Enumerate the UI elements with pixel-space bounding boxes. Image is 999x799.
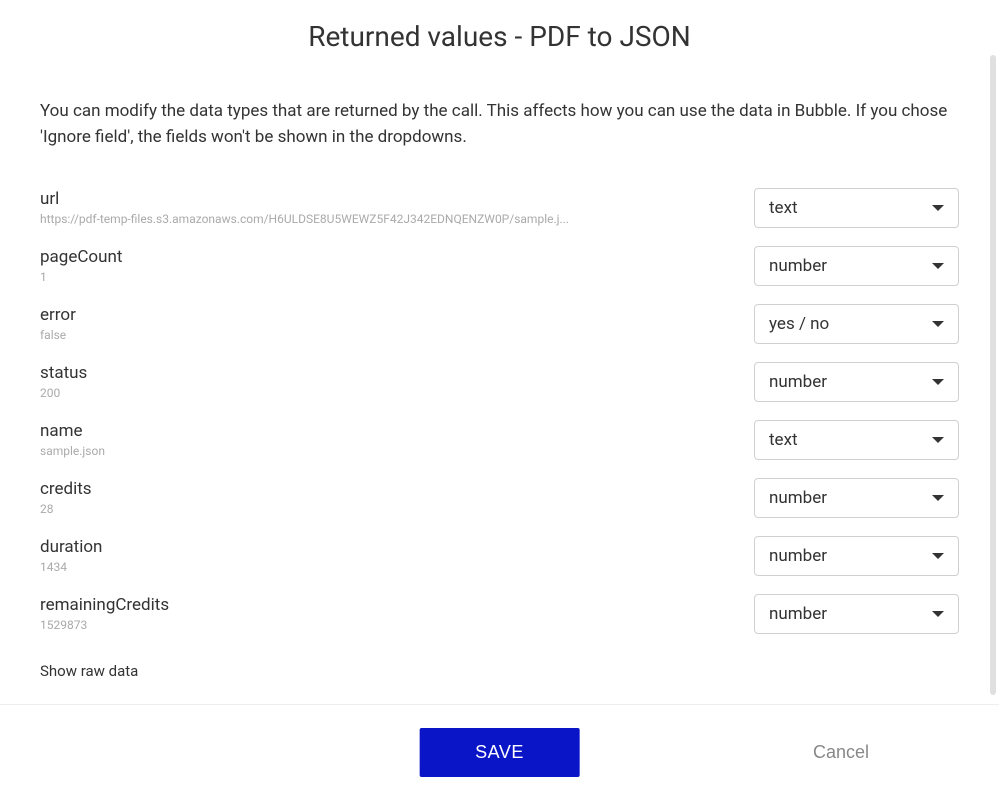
field-row-duration: duration 1434 number — [40, 528, 959, 586]
field-sample-value: 28 — [40, 502, 600, 518]
type-select-credits[interactable]: number — [754, 478, 959, 518]
field-row-status: status 200 number — [40, 354, 959, 412]
field-name: pageCount — [40, 246, 734, 268]
type-select-pagecount[interactable]: number — [754, 246, 959, 286]
type-select-status[interactable]: number — [754, 362, 959, 402]
field-info: remainingCredits 1529873 — [40, 594, 754, 634]
caret-down-icon — [932, 437, 944, 443]
field-sample-value: 1 — [40, 270, 600, 286]
field-row-credits: credits 28 number — [40, 470, 959, 528]
field-info: error false — [40, 304, 754, 344]
field-sample-value: sample.json — [40, 444, 600, 460]
field-row-remainingcredits: remainingCredits 1529873 number — [40, 586, 959, 644]
type-select-duration[interactable]: number — [754, 536, 959, 576]
caret-down-icon — [932, 205, 944, 211]
field-sample-value: https://pdf-temp-files.s3.amazonaws.com/… — [40, 212, 600, 228]
type-select-label: number — [769, 372, 827, 392]
field-name: status — [40, 362, 734, 384]
field-control: number — [754, 478, 959, 518]
modal-body: You can modify the data types that are r… — [0, 71, 999, 704]
caret-down-icon — [932, 611, 944, 617]
field-sample-value: 1529873 — [40, 618, 600, 634]
type-select-url[interactable]: text — [754, 188, 959, 228]
field-control: text — [754, 188, 959, 228]
caret-down-icon — [932, 553, 944, 559]
type-select-label: text — [769, 198, 798, 218]
field-name: duration — [40, 536, 734, 558]
modal-header: Returned values - PDF to JSON — [0, 0, 999, 71]
field-name: remainingCredits — [40, 594, 734, 616]
field-name: url — [40, 188, 734, 210]
field-control: number — [754, 594, 959, 634]
type-select-label: number — [769, 256, 827, 276]
field-info: duration 1434 — [40, 536, 754, 576]
field-control: yes / no — [754, 304, 959, 344]
field-row-url: url https://pdf-temp-files.s3.amazonaws.… — [40, 180, 959, 238]
caret-down-icon — [932, 495, 944, 501]
field-info: pageCount 1 — [40, 246, 754, 286]
modal-footer: SAVE Cancel — [0, 704, 999, 799]
cancel-button[interactable]: Cancel — [813, 742, 869, 763]
field-name: error — [40, 304, 734, 326]
field-info: name sample.json — [40, 420, 754, 460]
field-info: status 200 — [40, 362, 754, 402]
modal-description: You can modify the data types that are r… — [40, 99, 959, 150]
field-name: name — [40, 420, 734, 442]
type-select-error[interactable]: yes / no — [754, 304, 959, 344]
type-select-label: text — [769, 430, 798, 450]
modal-title: Returned values - PDF to JSON — [0, 20, 999, 53]
type-select-label: number — [769, 604, 827, 624]
field-row-error: error false yes / no — [40, 296, 959, 354]
field-name: credits — [40, 478, 734, 500]
field-control: number — [754, 246, 959, 286]
show-raw-data-link[interactable]: Show raw data — [40, 662, 138, 680]
save-button[interactable]: SAVE — [419, 728, 580, 777]
type-select-label: yes / no — [769, 314, 829, 334]
field-sample-value: 1434 — [40, 560, 600, 576]
type-select-label: number — [769, 488, 827, 508]
fields-list: url https://pdf-temp-files.s3.amazonaws.… — [40, 180, 959, 644]
scrollbar[interactable] — [990, 55, 996, 695]
caret-down-icon — [932, 321, 944, 327]
field-info: credits 28 — [40, 478, 754, 518]
field-sample-value: 200 — [40, 386, 600, 402]
field-control: number — [754, 362, 959, 402]
type-select-remainingcredits[interactable]: number — [754, 594, 959, 634]
type-select-name[interactable]: text — [754, 420, 959, 460]
field-row-name: name sample.json text — [40, 412, 959, 470]
footer-inner: SAVE Cancel — [40, 727, 959, 777]
returned-values-modal: Returned values - PDF to JSON You can mo… — [0, 0, 999, 799]
field-row-pagecount: pageCount 1 number — [40, 238, 959, 296]
field-control: number — [754, 536, 959, 576]
field-sample-value: false — [40, 328, 600, 344]
caret-down-icon — [932, 379, 944, 385]
field-info: url https://pdf-temp-files.s3.amazonaws.… — [40, 188, 754, 228]
field-control: text — [754, 420, 959, 460]
caret-down-icon — [932, 263, 944, 269]
type-select-label: number — [769, 546, 827, 566]
